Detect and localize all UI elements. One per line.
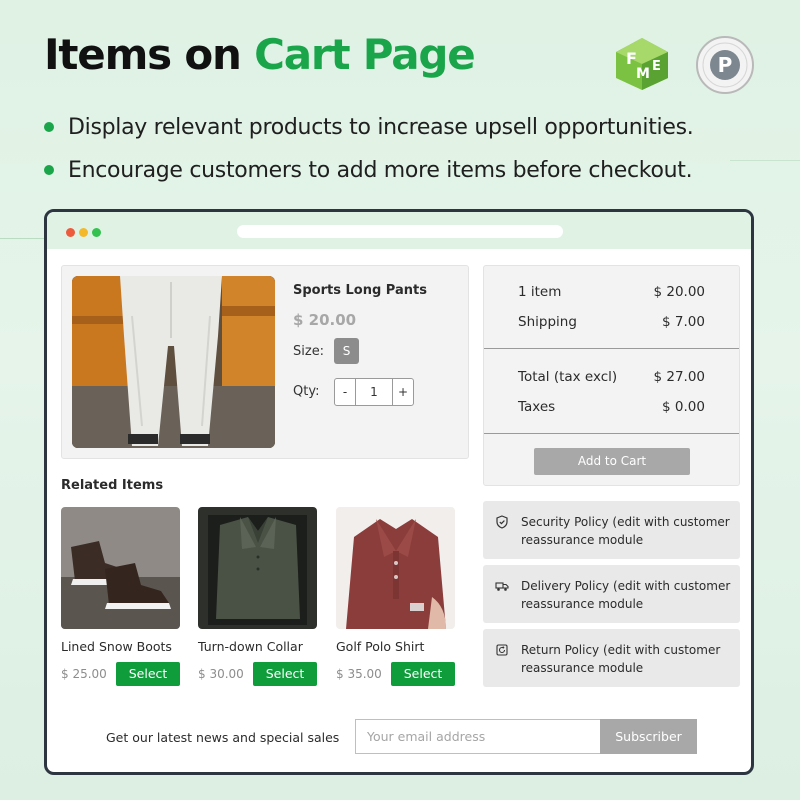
policy-text: Delivery Policy (edit with customer reas… [521, 579, 731, 611]
summary-taxes-label: Taxes [518, 399, 556, 415]
related-items-heading: Related Items [61, 478, 164, 493]
bullet-text: Encourage customers to add more items be… [68, 157, 693, 183]
svg-text:E: E [652, 59, 661, 74]
size-option-button[interactable]: S [334, 338, 359, 364]
related-item-price: $ 25.00 [61, 667, 107, 681]
pants-photo-icon [72, 276, 275, 448]
summary-taxes-value: $ 0.00 [662, 399, 705, 415]
title-part-2: Cart Page [254, 30, 476, 79]
select-button[interactable]: Select [116, 662, 180, 686]
bullet-text: Display relevant products to increase up… [68, 114, 694, 140]
summary-total-value: $ 27.00 [653, 369, 705, 385]
summary-shipping-row: Shipping $ 7.00 [518, 314, 705, 330]
summary-total-row: Total (tax excl) $ 27.00 [518, 369, 705, 385]
summary-shipping-label: Shipping [518, 314, 577, 330]
related-item: Lined Snow Boots $ 25.00 Select [61, 507, 181, 686]
address-bar[interactable] [237, 225, 563, 238]
policy-text: Return Policy (edit with customer reassu… [521, 643, 721, 675]
truck-icon [495, 582, 509, 591]
select-button[interactable]: Select [391, 662, 455, 686]
shield-icon [496, 515, 508, 529]
related-item-footer: $ 25.00 Select [61, 662, 181, 686]
select-button[interactable]: Select [253, 662, 317, 686]
size-label: Size: [293, 344, 325, 359]
related-item: Turn-down Collar $ 30.00 Select [198, 507, 318, 686]
partner-agency-badge: P [696, 36, 754, 94]
delivery-policy-block[interactable]: Delivery Policy (edit with customer reas… [483, 565, 740, 623]
product-name[interactable]: Sports Long Pants [293, 283, 427, 298]
bullet-dot-icon [44, 122, 54, 132]
summary-divider [484, 348, 739, 349]
bullet-item: Display relevant products to increase up… [44, 112, 694, 142]
summary-taxes-row: Taxes $ 0.00 [518, 399, 705, 415]
related-item-name[interactable]: Golf Polo Shirt [336, 639, 456, 654]
policy-text: Security Policy (edit with customer reas… [521, 515, 730, 547]
title-part-1: Items on [44, 30, 242, 79]
qty-decrement-button[interactable]: - [335, 379, 355, 405]
related-item-name[interactable]: Turn-down Collar [198, 639, 318, 654]
badge-letter: P [710, 50, 740, 80]
qty-input[interactable]: 1 [355, 379, 393, 405]
summary-items-row: 1 item $ 20.00 [518, 284, 705, 300]
collar-shirt-photo-icon [198, 507, 317, 629]
decorative-line [730, 160, 800, 161]
add-to-cart-button[interactable]: Add to Cart [534, 448, 690, 475]
summary-shipping-value: $ 7.00 [662, 314, 705, 330]
return-policy-block[interactable]: Return Policy (edit with customer reassu… [483, 629, 740, 687]
qty-increment-button[interactable]: + [393, 379, 413, 405]
maximize-window-icon[interactable] [92, 228, 101, 237]
newsletter-label: Get our latest news and special sales [106, 730, 340, 745]
subscribe-button[interactable]: Subscriber [600, 719, 697, 754]
product-image[interactable] [72, 276, 275, 448]
browser-window: Sports Long Pants $ 20.00 Size: S Qty: -… [44, 209, 754, 775]
summary-divider [484, 433, 739, 434]
qty-label: Qty: [293, 384, 320, 399]
related-item-footer: $ 35.00 Select [336, 662, 456, 686]
fme-logo-icon: F M E [616, 38, 668, 90]
related-item-price: $ 30.00 [198, 667, 244, 681]
minimize-window-icon[interactable] [79, 228, 88, 237]
related-item-name[interactable]: Lined Snow Boots [61, 639, 181, 654]
related-item-image[interactable] [336, 507, 455, 629]
svg-text:M: M [636, 66, 650, 82]
bullet-dot-icon [44, 165, 54, 175]
quantity-stepper: - 1 + [334, 378, 414, 406]
cart-product-card: Sports Long Pants $ 20.00 Size: S Qty: -… [61, 265, 469, 459]
related-item-footer: $ 30.00 Select [198, 662, 318, 686]
related-item-image[interactable] [61, 507, 180, 629]
summary-items-label: 1 item [518, 284, 562, 300]
summary-items-value: $ 20.00 [653, 284, 705, 300]
summary-total-label: Total (tax excl) [518, 369, 618, 385]
product-price: $ 20.00 [293, 311, 357, 329]
cart-summary: 1 item $ 20.00 Shipping $ 7.00 Total (ta… [483, 265, 740, 486]
polo-shirt-photo-icon [336, 507, 455, 629]
browser-toolbar [47, 212, 751, 249]
related-item-price: $ 35.00 [336, 667, 382, 681]
related-item-image[interactable] [198, 507, 317, 629]
bullet-list: Display relevant products to increase up… [44, 112, 694, 198]
close-window-icon[interactable] [66, 228, 75, 237]
snow-boots-photo-icon [61, 507, 180, 629]
email-input[interactable]: Your email address [355, 719, 601, 754]
related-item: Golf Polo Shirt $ 35.00 Select [336, 507, 456, 686]
return-icon [496, 644, 508, 656]
security-policy-block[interactable]: Security Policy (edit with customer reas… [483, 501, 740, 559]
page-title: Items on Cart Page [44, 30, 476, 79]
bullet-item: Encourage customers to add more items be… [44, 155, 693, 185]
